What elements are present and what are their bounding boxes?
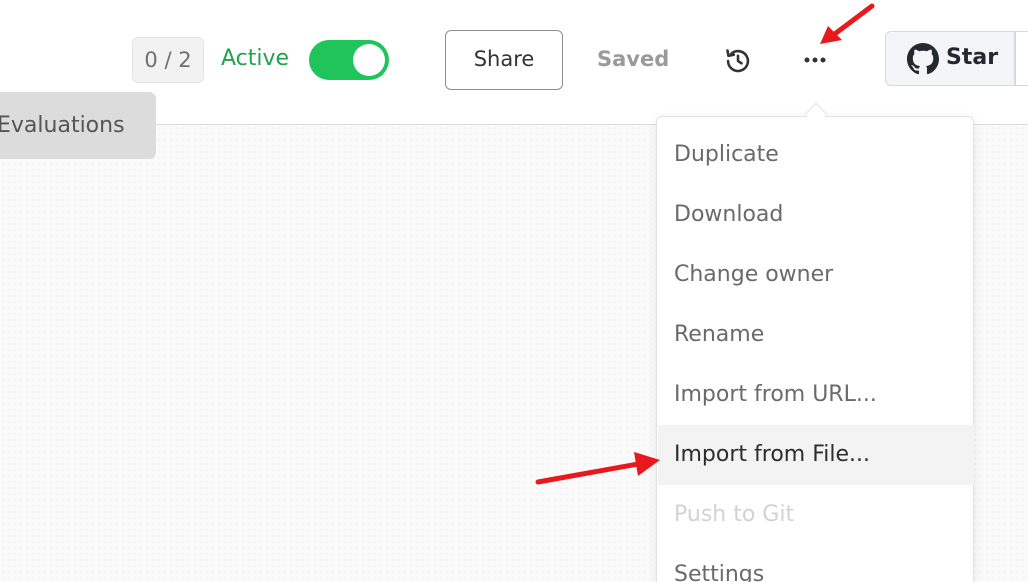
toggle-knob <box>353 44 385 76</box>
menu-item-download[interactable]: Download <box>658 185 974 245</box>
menu-item-push-to-git: Push to Git <box>674 502 795 527</box>
active-toggle[interactable] <box>309 40 389 80</box>
tab-evaluations[interactable]: Evaluations <box>0 92 156 159</box>
menu-item-rename[interactable]: Rename <box>658 305 974 365</box>
github-icon <box>907 43 939 75</box>
star-label: Star <box>946 45 999 70</box>
menu-item-import-file[interactable]: Import from File... <box>658 425 974 485</box>
more-options-menu: Duplicate Download Change owner Rename I… <box>656 116 974 582</box>
menu-item-import-url[interactable]: Import from URL... <box>658 365 974 425</box>
history-icon[interactable] <box>724 47 752 75</box>
execution-counter: 0 / 2 <box>132 37 204 83</box>
workflow-editor: 0 / 2 Active Share Saved Star Evaluation… <box>0 0 1028 582</box>
menu-item-settings[interactable]: Settings <box>658 545 974 582</box>
annotation-arrow-icon <box>820 3 875 44</box>
menu-item-duplicate[interactable]: Duplicate <box>658 125 974 185</box>
share-button[interactable]: Share <box>445 30 563 90</box>
saved-status: Saved <box>597 47 670 71</box>
github-star-button[interactable]: Star <box>885 31 1015 86</box>
star-count-box[interactable] <box>1015 31 1028 86</box>
active-label: Active <box>221 46 290 71</box>
ellipsis-icon[interactable] <box>799 46 831 74</box>
menu-item-change-owner[interactable]: Change owner <box>658 245 974 305</box>
